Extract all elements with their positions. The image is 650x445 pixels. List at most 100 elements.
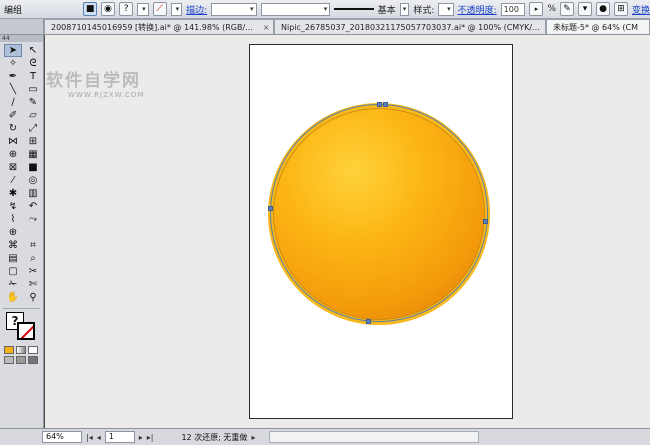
crosshair-icon[interactable]: ⊕ (4, 226, 22, 239)
eraser-icon[interactable]: ▱ (24, 109, 42, 122)
curvature-alt-icon[interactable]: ↶ (24, 200, 42, 213)
join-icon[interactable]: ⤳ (24, 213, 42, 226)
eyedropper-icon[interactable]: ⁄ (4, 174, 22, 187)
shape-builder-icon[interactable]: ⊕ (4, 148, 22, 161)
slice-icon[interactable]: ⌕ (24, 252, 42, 265)
fill-dropdown[interactable]: ▾ (137, 2, 149, 16)
envelope-icon[interactable]: ⌗ (24, 239, 42, 252)
zoom-icon[interactable]: ⚲ (24, 291, 42, 304)
stroke-swatch[interactable] (17, 322, 35, 340)
scale-icon[interactable]: ⤢ (24, 122, 42, 135)
zoom-select[interactable]: 64% (42, 431, 82, 443)
perspective-icon[interactable]: ▦ (24, 148, 42, 161)
draw-behind-button[interactable] (16, 356, 26, 364)
brush-preview (334, 8, 374, 10)
tab-document-1[interactable]: 20087101450169​59 [转换].ai* @ 141.98% (RG… (44, 19, 274, 34)
style-label: 样式: (413, 5, 435, 16)
last-artboard-icon[interactable]: ▸| (147, 433, 154, 442)
anchor-point[interactable] (366, 319, 371, 324)
tools-panel-header[interactable]: 44 (0, 35, 43, 42)
type-icon[interactable]: T (24, 70, 42, 83)
paintbrush-icon[interactable]: ∕ (4, 96, 22, 109)
status-menu-icon[interactable]: ▸ (251, 433, 255, 442)
stroke-link[interactable]: 描边: (186, 3, 207, 16)
anchor-point[interactable] (383, 102, 388, 107)
tab-label: Nipic_26785037_20180321175057703037.ai* … (281, 22, 540, 32)
canvas-area[interactable]: 软件自学网 WWW.RJZXW.COM (45, 35, 650, 428)
rectangle-icon[interactable]: ▭ (24, 83, 42, 96)
zoom-value: 64% (46, 432, 64, 441)
style-select[interactable]: ▾ (438, 2, 454, 16)
fill-question-button[interactable]: ? (119, 2, 134, 16)
width-icon[interactable]: ⋈ (4, 135, 22, 148)
blend-icon[interactable]: ◎ (24, 174, 42, 187)
recolor-icon[interactable]: ✎ (560, 2, 575, 16)
column-icon[interactable]: ▤ (4, 252, 22, 265)
close-icon[interactable]: × (263, 20, 270, 34)
next-artboard-icon[interactable]: ▸ (139, 433, 143, 442)
artboard-number: 1 (108, 432, 114, 441)
fill-mode-button[interactable]: ◉ (101, 2, 116, 16)
hand-icon[interactable]: ✋ (4, 291, 22, 304)
opacity-unit: % (547, 4, 557, 14)
opacity-arrow-button[interactable]: ▸ (529, 2, 544, 16)
color-mode-button[interactable] (4, 346, 14, 354)
knife-icon[interactable]: ✁ (4, 278, 22, 291)
screen-mode-button[interactable] (28, 356, 38, 364)
horizontal-scrollbar[interactable] (269, 431, 480, 443)
brush-dropdown[interactable]: ▾ (399, 2, 410, 16)
none-mode-button[interactable] (28, 346, 38, 354)
first-artboard-icon[interactable]: |◂ (86, 433, 93, 442)
stroke-weight-select[interactable]: ▾ (211, 2, 257, 16)
tab-label: 未标题-5* @ 64% (CM (553, 22, 638, 32)
brush-label: 基本 (377, 5, 396, 16)
graph-icon[interactable]: ▥ (24, 187, 42, 200)
mesh-icon[interactable]: ⊠ (4, 161, 22, 174)
selection-icon[interactable]: ➤ (4, 44, 22, 57)
curvature-icon[interactable]: ↯ (4, 200, 22, 213)
globe-icon[interactable]: ● (596, 2, 611, 16)
anchor-point[interactable] (268, 206, 273, 211)
direct-selection-icon[interactable]: ↖ (24, 44, 42, 57)
opacity-link[interactable]: 不透明度: (458, 3, 497, 16)
draw-normal-button[interactable] (4, 356, 14, 364)
stroke-color-button[interactable]: ⟋ (152, 2, 167, 16)
symbol-sprayer-icon[interactable]: ✱ (4, 187, 22, 200)
tab-document-2[interactable]: Nipic_26785037_20180321175057703037.ai* … (274, 19, 546, 34)
line-icon[interactable]: ╲ (4, 83, 22, 96)
scissors-icon[interactable]: ✄ (24, 278, 42, 291)
free-transform-icon[interactable]: ⊞ (24, 135, 42, 148)
style-options-icon[interactable]: ▾ (578, 2, 593, 16)
tool-grid: ➤ ↖ ✧ ᘓ ✒ T ╲ ▭ ∕ ✎ ✐ ▱ ↻ ⤢ ⋈ ⊞ ⊕ ▦ ⊠ ■ ⁄ ◎ ✱ ▥ ↯ ↶ ⌇ ⤳ ⊕ ⌘ ⌗ ▤ ⌕ ▢ ✂ ✁ ✄ ✋ ⚲ (0, 42, 43, 306)
watermark-url: WWW.RJZXW.COM (68, 91, 145, 99)
opacity-input[interactable]: 100 (500, 2, 526, 16)
pathfinder-icon[interactable]: ⌇ (4, 213, 22, 226)
watermark-title: 软件自学网 (46, 71, 141, 91)
pencil-icon[interactable]: ✎ (24, 96, 42, 109)
draw-mode-row (0, 355, 43, 365)
gradient-mode-button[interactable] (16, 346, 26, 354)
fill-color-button[interactable]: ■ (83, 2, 98, 16)
tab-document-3[interactable]: 未标题-5* @ 64% (CM (546, 19, 650, 34)
status-bar: 64% |◂ ◂ 1 ▸ ▸| 12 次还原; 无重做 ▸ (0, 428, 650, 445)
align-icon[interactable]: ⊞ (614, 2, 629, 16)
artboard-number-select[interactable]: 1 (104, 431, 135, 443)
transform-link[interactable]: 变换 (632, 3, 650, 16)
tools-divider (3, 308, 40, 309)
variable-width-select[interactable]: ▾ (260, 2, 331, 16)
pen-icon[interactable]: ✒ (4, 70, 22, 83)
prev-artboard-icon[interactable]: ◂ (97, 433, 101, 442)
artboard-icon[interactable]: ▢ (4, 265, 22, 278)
anchor-point[interactable] (483, 219, 488, 224)
warp-icon[interactable]: ⌘ (4, 239, 22, 252)
anchor-point[interactable] (377, 102, 382, 107)
gradient-icon[interactable]: ■ (24, 161, 42, 174)
control-bar: 编组 ■ ◉ ? ▾ ⟋ ▾ 描边: ▾ ▾ 基本 ▾ 样式: ▾ 不透明度: … (0, 0, 650, 19)
rotate-icon[interactable]: ↻ (4, 122, 22, 135)
lasso-icon[interactable]: ᘓ (24, 57, 42, 70)
stroke-dropdown[interactable]: ▾ (170, 2, 183, 16)
blob-brush-icon[interactable]: ✐ (4, 109, 22, 122)
magic-wand-icon[interactable]: ✧ (4, 57, 22, 70)
color-swatches: ? (4, 312, 40, 342)
chart-icon[interactable]: ✂ (24, 265, 42, 278)
